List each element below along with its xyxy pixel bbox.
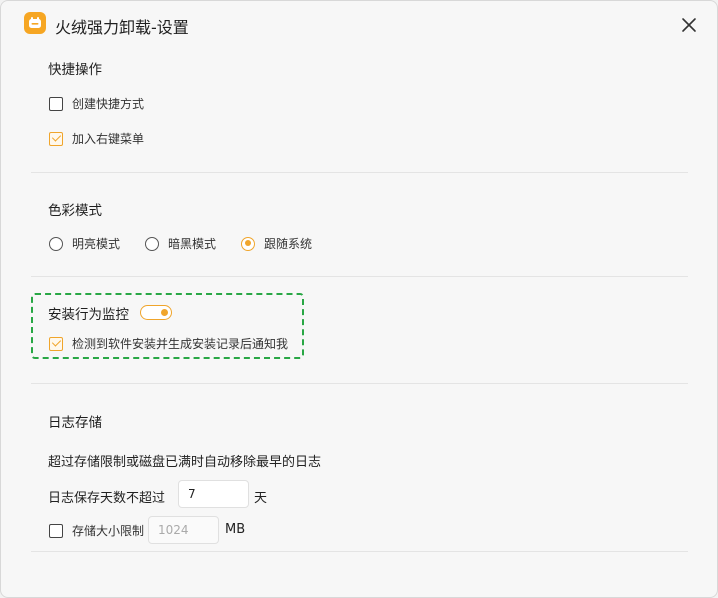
light-mode-option[interactable]: 明亮模式 [49,235,120,252]
log-days-input[interactable] [178,480,249,508]
divider [31,551,688,552]
settings-window: 火绒强力卸载-设置 快捷操作 创建快捷方式 加入右键菜单 色彩模式 明亮模式 暗… [0,0,718,598]
log-days-unit: 天 [254,491,268,506]
create-shortcut-option[interactable]: 创建快捷方式 [49,95,144,112]
dark-mode-label: 暗黑模式 [168,237,217,251]
size-limit-checkbox[interactable] [49,523,63,538]
context-menu-option[interactable]: 加入右键菜单 [49,130,144,147]
install-monitor-title: 安装行为监控 [48,307,129,323]
divider [31,383,688,384]
size-limit-unit: MB [225,522,246,537]
close-icon [682,18,696,32]
dark-mode-radio[interactable] [145,236,159,251]
install-monitor-toggle[interactable] [140,305,172,320]
divider [31,172,688,173]
size-limit-label: 存储大小限制 [72,524,145,538]
log-storage-title: 日志存储 [48,415,102,431]
divider [31,276,688,277]
install-notify-checkbox[interactable] [49,336,63,351]
light-mode-radio[interactable] [49,236,63,251]
follow-system-option[interactable]: 跟随系统 [241,235,312,252]
size-limit-input[interactable] [148,516,219,544]
install-notify-label: 检测到软件安装并生成安装记录后通知我 [72,337,289,351]
log-storage-description: 超过存储限制或磁盘已满时自动移除最早的日志 [48,455,322,470]
context-menu-label: 加入右键菜单 [72,132,145,146]
close-button[interactable] [677,13,701,37]
window-title: 火绒强力卸载-设置 [55,18,189,37]
log-days-label: 日志保存天数不超过 [48,491,166,506]
color-mode-section-title: 色彩模式 [48,203,102,219]
dark-mode-option[interactable]: 暗黑模式 [145,235,216,252]
light-mode-label: 明亮模式 [72,237,121,251]
app-logo-icon [24,12,46,34]
follow-system-label: 跟随系统 [264,237,313,251]
size-limit-option[interactable]: 存储大小限制 [49,522,144,539]
title-bar: 火绒强力卸载-设置 [1,1,717,47]
shortcut-section-title: 快捷操作 [48,62,102,78]
create-shortcut-label: 创建快捷方式 [72,97,145,111]
install-notify-option[interactable]: 检测到软件安装并生成安装记录后通知我 [49,335,288,352]
create-shortcut-checkbox[interactable] [49,96,63,111]
follow-system-radio[interactable] [241,236,255,251]
context-menu-checkbox[interactable] [49,131,63,146]
